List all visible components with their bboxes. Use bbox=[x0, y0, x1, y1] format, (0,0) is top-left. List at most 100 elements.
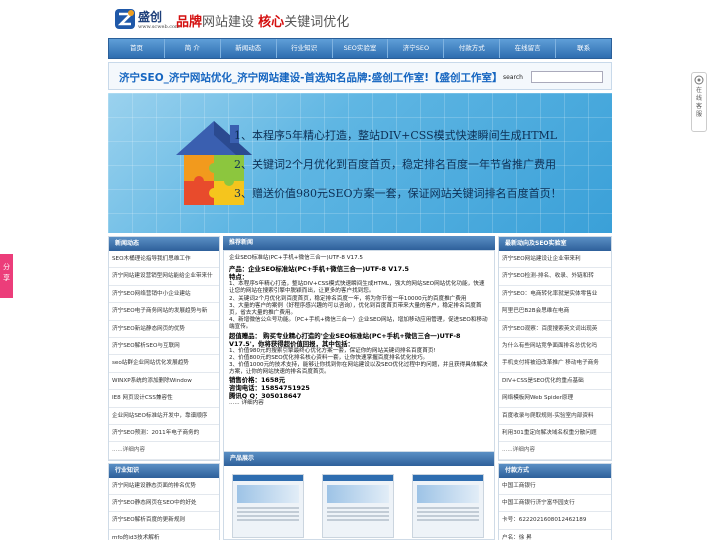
news-item[interactable]: 济宁SEO电子商务网站的发展趋势与新 bbox=[109, 303, 219, 321]
news-item[interactable]: 济宁SEO解析SEO与互联网 bbox=[109, 338, 219, 356]
news-item[interactable]: WINXP系统的添加删除Window bbox=[109, 373, 219, 391]
tagline-core: 核心 bbox=[258, 15, 285, 30]
recommend-text: 3、价值1000元的技术支持，能够让你找到你在网站建设以及SEO优化过程中的问题… bbox=[229, 362, 488, 376]
payment-panel: 付款方式 中国工商银行 中国工商银行济宁富华园支行 卡号：62220216080… bbox=[498, 462, 612, 540]
service-char: 在 bbox=[695, 87, 702, 94]
share-char: 分 bbox=[3, 263, 10, 271]
nav-contact[interactable]: 联系 bbox=[556, 39, 611, 58]
industry-item[interactable]: mfo的id3技术解析 bbox=[109, 530, 219, 540]
products-heading: 产品展示 bbox=[224, 452, 494, 466]
title-bar: 济宁SEO_济宁网站优化_济宁网站建设-首选知名品牌:盛创工作室!【盛创工作室】… bbox=[108, 62, 612, 90]
lab-item[interactable]: 济宁SEO观察：百度搜索英文词出现英 bbox=[499, 321, 611, 338]
news-item[interactable]: SEO木桶理论指导我们思维工作 bbox=[109, 251, 219, 269]
payment-item: 户名：徐 昇 bbox=[499, 530, 611, 540]
news-item[interactable]: 济宁网站建设营销型网站能给企业带来什 bbox=[109, 268, 219, 286]
recommend-text: 企业SEO标准站(PC+手机+微信三合一)UTF-8 V17.5 bbox=[229, 255, 363, 261]
news-panel: 新闻动态 SEO木桶理论指导我们思维工作 济宁网站建设营销型网站能给企业带来什 … bbox=[108, 236, 220, 461]
banner-line-2: 2、关键词2个月优化到百度首页，稳定排名百度一年节省推广费用 bbox=[234, 158, 556, 171]
recommend-text: 3、大量的客户的案例（好程序感兴趣的可以咨询），优化到百度首页带来大量的客户，稳… bbox=[229, 302, 482, 317]
lab-item[interactable]: 为什么有些网站竞争面面排名总优化吗 bbox=[499, 338, 611, 356]
payment-item: 中国工商银行济宁富华园支行 bbox=[499, 495, 611, 513]
nav-about[interactable]: 简 介 bbox=[165, 39, 221, 58]
hero-banner: 1、本程序5年精心打造，整站DIV+CSS模式快速瞬间生成HTML 2、关键词2… bbox=[108, 93, 612, 233]
tagline-website: 网站建设 bbox=[202, 15, 255, 30]
main-nav: 首页 简 介 新闻动态 行业知识 SEO实验室 济宁SEO 付款方式 在线留言 … bbox=[108, 38, 612, 59]
nav-news[interactable]: 新闻动态 bbox=[221, 39, 277, 58]
search-label: search bbox=[503, 74, 523, 81]
service-char: 客 bbox=[695, 103, 702, 110]
news-item[interactable]: 济宁SEO网络营销中小企业建站 bbox=[109, 286, 219, 304]
lab-item[interactable]: 利用301重定向解决域名权重分散问题 bbox=[499, 425, 611, 443]
logo[interactable]: 盛创 www.scweb.com bbox=[114, 6, 180, 34]
seo-lab-heading: 最新动向及SEO实验室 bbox=[499, 237, 611, 251]
product-thumbnail[interactable] bbox=[412, 474, 484, 538]
recommend-text: 2、价值800元的SEO优化排名核心资料一套，让你快速掌握百度排名优化技巧。 bbox=[229, 354, 429, 361]
recommend-highlight: 产品：企业SEO标准站(PC+手机+微信三合一)UTF-8 V17.5 bbox=[229, 265, 409, 274]
lab-item[interactable]: 济宁SEO检测-排名、收录、外链和转 bbox=[499, 268, 611, 286]
news-item[interactable]: seo站群企业网站优化发展趋势 bbox=[109, 355, 219, 373]
lab-item[interactable]: 网络模板网Web Spider原理 bbox=[499, 390, 611, 408]
logo-url: www.scweb.com bbox=[138, 24, 180, 30]
service-icon bbox=[694, 75, 704, 85]
recommend-highlight: 超值赠品： 购买专业精心打造的'企业SEO标准站(PC+手机+微信三合一)UTF… bbox=[229, 331, 461, 348]
industry-item[interactable]: 济宁网站建设静态页面的排名优势 bbox=[109, 478, 219, 496]
lab-item[interactable]: 阿里巴巴B2B会思维在电商 bbox=[499, 303, 611, 321]
recommend-highlight: 腾讯Q Q：305018647 bbox=[229, 392, 302, 401]
tagline-brand: 品牌 bbox=[176, 15, 203, 30]
tagline: 品牌网站建设 核心关键词优化 bbox=[176, 11, 349, 30]
recommend-text: 2、关键词2个月优化到百度首页，稳定排名百度一年，将为你节省一年10000元的百… bbox=[229, 295, 467, 302]
banner-line-3: 3、赠送价值980元SEO方案一套，保证网站关键词排名百度首页！ bbox=[234, 187, 562, 200]
online-service-float[interactable]: 在 线 客 服 bbox=[691, 72, 707, 132]
logo-name: 盛创 bbox=[138, 10, 163, 24]
payment-heading: 付款方式 bbox=[499, 463, 611, 478]
nav-industry[interactable]: 行业知识 bbox=[277, 39, 333, 58]
news-item[interactable]: 济宁SEO新站静态网页的优势 bbox=[109, 321, 219, 338]
news-heading: 新闻动态 bbox=[109, 237, 219, 251]
payment-item: 中国工商银行 bbox=[499, 478, 611, 496]
recommend-panel: 企业SEO标准站(PC+手机+微信三合一)UTF-8 V17.5 产品：企业SEO… bbox=[223, 250, 495, 462]
products-panel: 产品展示 bbox=[223, 451, 495, 540]
lab-item[interactable]: DIV+CSS是SEO优化的重点基础 bbox=[499, 373, 611, 391]
industry-panel: 行业知识 济宁网站建设静态页面的排名优势 济宁SEO静态网页在SEO中的好处 济… bbox=[108, 462, 220, 540]
news-more-link[interactable]: ......详细内容 bbox=[109, 442, 219, 460]
recommend-text: 1、本程序5年精心打造，整站DIV+CSS模式快速瞬间生成HTML，强大的网站S… bbox=[229, 281, 485, 295]
lab-item[interactable]: 济宁SEO：电商转化率就是实体零售业 bbox=[499, 286, 611, 304]
share-tab[interactable]: 分 享 bbox=[0, 254, 13, 298]
news-item[interactable]: 企业网站SEO标准站开发中，靠谱顺序 bbox=[109, 408, 219, 425]
banner-line-1: 1、本程序5年精心打造，整站DIV+CSS模式快速瞬间生成HTML bbox=[234, 129, 558, 142]
industry-heading: 行业知识 bbox=[109, 463, 219, 478]
news-item[interactable]: IE8 网页设计CSS兼容性 bbox=[109, 390, 219, 408]
industry-item[interactable]: 济宁SEO静态网页在SEO中的好处 bbox=[109, 495, 219, 513]
logo-z-icon bbox=[115, 9, 135, 29]
service-char: 线 bbox=[695, 95, 702, 102]
nav-home[interactable]: 首页 bbox=[109, 39, 165, 58]
lab-item[interactable]: 手机支付将被迫改革推广 移动电子商务 bbox=[499, 355, 611, 373]
nav-message[interactable]: 在线留言 bbox=[500, 39, 557, 58]
seo-lab-panel: 最新动向及SEO实验室 济宁SEO网站建设让企业带来利 济宁SEO检测-排名、收… bbox=[498, 236, 612, 461]
lab-item[interactable]: 百度收录与爬取规则-实验室内部资料 bbox=[499, 408, 611, 425]
nav-payment[interactable]: 付款方式 bbox=[444, 39, 501, 58]
middle-column: 推荐新闻 企业SEO标准站(PC+手机+微信三合一)UTF-8 V17.5 产品：… bbox=[223, 236, 495, 462]
recommend-text: ...... 详细内容 bbox=[229, 400, 264, 407]
tagline-keyword: 关键词优化 bbox=[284, 15, 350, 30]
recommend-highlight: 特点： bbox=[229, 273, 249, 282]
news-item[interactable]: 济宁SEO预测：2011年电子商务的 bbox=[109, 425, 219, 443]
share-char: 享 bbox=[3, 274, 10, 282]
nav-jining-seo[interactable]: 济宁SEO bbox=[388, 39, 445, 58]
right-column: 最新动向及SEO实验室 济宁SEO网站建设让企业带来利 济宁SEO检测-排名、收… bbox=[498, 236, 612, 540]
recommend-text: 4、新增微信公众号功能。（PC+手机+微信三合一）企业SEO网站，增加移动应用管… bbox=[229, 317, 488, 331]
search-input[interactable] bbox=[531, 71, 603, 83]
product-thumbnail[interactable] bbox=[232, 474, 304, 538]
product-thumbnail[interactable] bbox=[322, 474, 394, 538]
lab-item[interactable]: 济宁SEO网站建设让企业带来利 bbox=[499, 251, 611, 269]
service-char: 服 bbox=[695, 111, 702, 118]
recommend-heading: 推荐新闻 bbox=[223, 236, 495, 250]
page: 盛创 www.scweb.com 品牌网站建设 核心关键词优化 首页 简 介 新… bbox=[0, 0, 720, 540]
nav-seo-lab[interactable]: SEO实验室 bbox=[333, 39, 389, 58]
recommend-text: 1、价值980元的搜索引擎最终心优化方案一套，保证你的网站关键词排名百度首页! bbox=[229, 347, 436, 354]
lab-more-link[interactable]: ......详细内容 bbox=[499, 442, 611, 460]
payment-item: 卡号：6222021608012462189 bbox=[499, 512, 611, 530]
site-title: 济宁SEO_济宁网站优化_济宁网站建设-首选知名品牌:盛创工作室!【盛创工作室】 bbox=[119, 72, 503, 84]
left-column: 新闻动态 SEO木桶理论指导我们思维工作 济宁网站建设营销型网站能给企业带来什 … bbox=[108, 236, 220, 540]
industry-item[interactable]: 济宁SEO解析百度的更新规则 bbox=[109, 512, 219, 530]
